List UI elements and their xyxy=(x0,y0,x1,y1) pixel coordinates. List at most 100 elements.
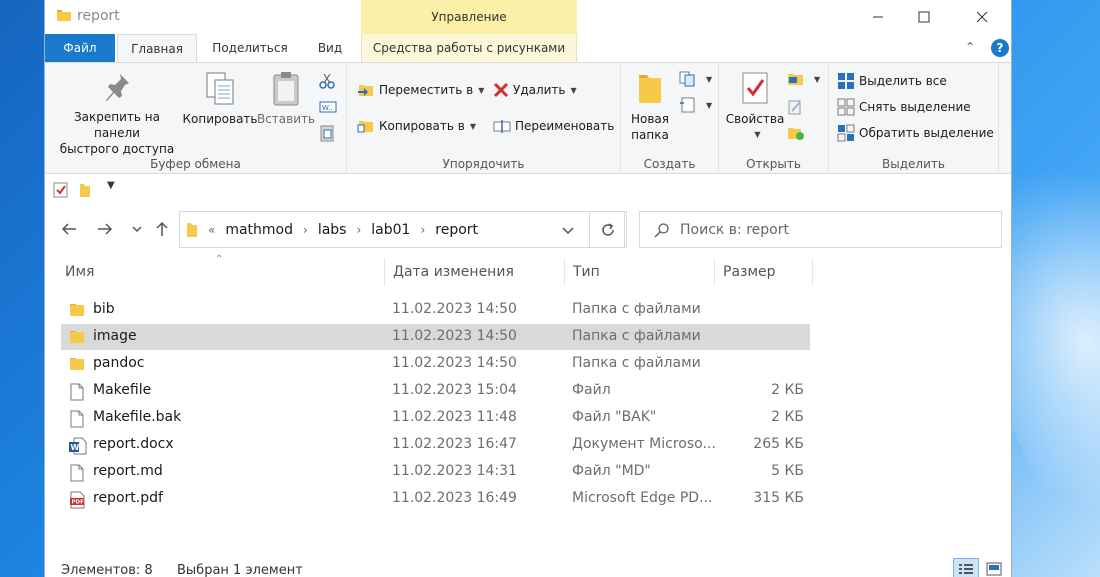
address-dropdown-icon[interactable] xyxy=(562,226,574,234)
details-view-button[interactable] xyxy=(953,558,979,577)
minimize-button[interactable] xyxy=(855,0,901,34)
customize-toolbar-icon[interactable]: ▼ xyxy=(107,180,115,191)
cut-button[interactable] xyxy=(319,71,339,91)
properties-small-icon[interactable] xyxy=(53,182,69,198)
copy-button[interactable]: Копировать xyxy=(183,71,257,127)
clipboard-group: Закрепить на панели быстрого доступа Коп… xyxy=(45,63,347,175)
paste-button[interactable]: Вставить xyxy=(257,71,315,127)
breadcrumb-lab01[interactable]: lab01 xyxy=(371,222,410,238)
select-none-button[interactable]: Снять выделение xyxy=(837,97,971,117)
quick-access-toolbar: ▼ xyxy=(45,174,1011,204)
file-row-report-md[interactable]: report.md 11.02.2023 14:31 Файл "MD" 5 К… xyxy=(61,459,810,485)
invert-selection-button[interactable]: Обратить выделение xyxy=(837,123,994,143)
file-type: Файл "MD" xyxy=(572,463,651,479)
file-row-pandoc[interactable]: pandoc 11.02.2023 14:50 Папка с файлами xyxy=(61,351,810,377)
maximize-button[interactable] xyxy=(901,0,947,34)
file-date: 11.02.2023 16:49 xyxy=(392,490,517,506)
delete-button[interactable]: Удалить ▼ xyxy=(493,80,577,100)
chevron-right-icon[interactable]: › xyxy=(356,223,361,237)
file-row-report-docx[interactable]: W report.docx 11.02.2023 16:47 Документ … xyxy=(61,432,810,458)
tab-view[interactable]: Вид xyxy=(307,34,353,62)
file-row-bib[interactable]: bib 11.02.2023 14:50 Папка с файлами xyxy=(61,297,810,323)
new-folder-small-icon[interactable] xyxy=(77,182,93,198)
file-type: Файл "BAK" xyxy=(572,409,657,425)
breadcrumb-mathmod[interactable]: mathmod xyxy=(225,222,293,238)
file-icon xyxy=(70,410,84,428)
arrow-up-icon xyxy=(156,221,168,236)
copy-path-button[interactable]: W.. xyxy=(319,97,341,117)
window-title: report xyxy=(77,8,120,24)
file-row-makefile-bak[interactable]: Makefile.bak 11.02.2023 11:48 Файл "BAK"… xyxy=(61,405,810,431)
folder-icon xyxy=(70,304,84,316)
column-header-date[interactable]: Дата изменения xyxy=(385,258,565,286)
copy-to-button[interactable]: Копировать в ▼ xyxy=(357,116,476,136)
file-size: 2 КБ xyxy=(771,382,804,398)
file-type: Папка с файлами xyxy=(572,301,701,317)
copy-path-icon: W.. xyxy=(319,101,337,113)
collapse-ribbon-icon[interactable]: ⌃ xyxy=(965,40,975,54)
refresh-button[interactable] xyxy=(589,211,627,248)
new-group: Новая папка ▼ ▼ Создать xyxy=(621,63,719,175)
paste-shortcut-button[interactable] xyxy=(319,123,339,143)
rename-button[interactable]: Переименовать xyxy=(493,116,614,136)
new-folder-icon xyxy=(639,75,661,103)
tab-share[interactable]: Поделиться xyxy=(203,34,297,62)
address-bar[interactable]: « mathmod › labs › lab01 › report xyxy=(179,211,625,248)
back-button[interactable] xyxy=(57,216,81,242)
recent-locations-button[interactable] xyxy=(129,216,145,242)
file-date: 11.02.2023 14:50 xyxy=(392,328,517,344)
history-button[interactable] xyxy=(787,123,809,143)
tab-file[interactable]: Файл xyxy=(45,34,115,62)
up-button[interactable] xyxy=(151,216,173,242)
item-count: Элементов: 8 xyxy=(61,563,153,577)
properties-dropdown-icon[interactable]: ▼ xyxy=(754,127,760,143)
tab-home[interactable]: Главная xyxy=(117,34,197,62)
easy-access-button[interactable]: ▼ xyxy=(679,95,712,115)
search-box[interactable] xyxy=(639,211,1002,248)
chevron-right-icon[interactable]: › xyxy=(420,223,425,237)
properties-button[interactable]: Свойства ▼ xyxy=(723,71,787,143)
selection-count: Выбран 1 элемент xyxy=(177,563,303,577)
paste-shortcut-icon xyxy=(320,125,334,142)
details-view-icon xyxy=(959,564,973,574)
invert-selection-icon xyxy=(837,124,855,142)
file-name: image xyxy=(93,328,137,344)
edit-button[interactable] xyxy=(787,97,807,117)
column-header-name[interactable]: Имя xyxy=(57,258,385,286)
chevron-right-icon[interactable]: › xyxy=(303,223,308,237)
column-header-type[interactable]: Тип xyxy=(565,258,715,286)
search-input[interactable] xyxy=(680,221,980,238)
forward-button[interactable] xyxy=(93,216,117,242)
file-type: Папка с файлами xyxy=(572,328,701,344)
file-name: report.pdf xyxy=(93,490,163,506)
select-all-button[interactable]: Выделить все xyxy=(837,71,947,91)
rename-icon xyxy=(493,120,511,133)
file-row-image[interactable]: image 11.02.2023 14:50 Папка с файлами xyxy=(61,324,810,350)
copy-label: Копировать xyxy=(182,112,258,126)
new-item-button[interactable]: ▼ xyxy=(679,69,712,89)
file-row-report-pdf[interactable]: PDF report.pdf 11.02.2023 16:49 Microsof… xyxy=(61,486,810,512)
svg-text:W: W xyxy=(71,443,80,452)
help-icon[interactable]: ? xyxy=(991,39,1009,57)
new-folder-button[interactable]: Новая папка xyxy=(625,71,675,143)
contextual-tab-header[interactable]: Управление xyxy=(361,0,577,34)
column-header-size[interactable]: Размер xyxy=(715,258,813,286)
breadcrumb-overflow[interactable]: « xyxy=(208,223,215,237)
file-row-makefile[interactable]: Makefile 11.02.2023 15:04 Файл 2 КБ xyxy=(61,378,810,404)
pin-to-quick-access-button[interactable]: Закрепить на панели быстрого доступа xyxy=(51,71,183,157)
open-button[interactable]: ▼ xyxy=(787,69,820,89)
folder-icon xyxy=(70,358,84,370)
close-button[interactable] xyxy=(959,0,1005,34)
maximize-icon xyxy=(918,11,930,23)
minimize-icon xyxy=(873,16,883,18)
svg-text:PDF: PDF xyxy=(72,500,85,506)
tab-picture-tools[interactable]: Средства работы с рисунками xyxy=(361,34,577,62)
file-date: 11.02.2023 14:50 xyxy=(392,301,517,317)
breadcrumb-labs[interactable]: labs xyxy=(318,222,347,238)
file-list: ⌃ Имя Дата изменения Тип Размер bib 11.0… xyxy=(45,254,1011,544)
large-icons-view-button[interactable] xyxy=(981,558,1007,577)
history-icon xyxy=(788,128,804,140)
move-to-button[interactable]: Переместить в ▼ xyxy=(357,80,484,100)
breadcrumb-report[interactable]: report xyxy=(435,222,478,238)
status-bar: Элементов: 8 Выбран 1 элемент xyxy=(45,556,1011,577)
